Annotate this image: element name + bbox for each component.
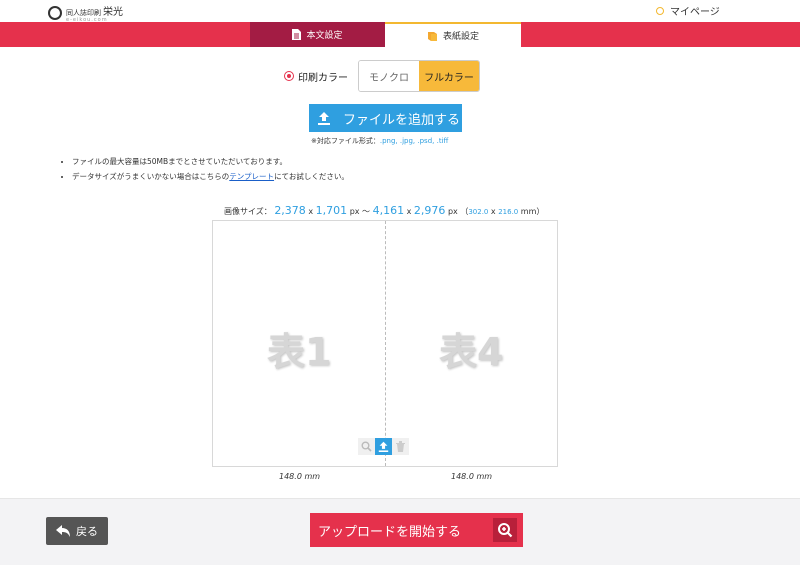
mm-height: 216.0 xyxy=(498,208,519,216)
file-formats: ※対応ファイル形式：.png, .jpg, .psd, .tiff xyxy=(311,136,448,146)
cover-canvas[interactable]: 表1 表4 xyxy=(212,220,558,467)
fullcolor-option[interactable]: フルカラー xyxy=(419,61,479,91)
note-text: データサイズがうまくいかない場合はこちらの xyxy=(72,172,230,181)
upload-button[interactable] xyxy=(375,438,392,455)
formats-list: .png, .jpg, .psd, .tiff xyxy=(379,137,449,145)
back-button[interactable]: 戻る xyxy=(46,517,108,545)
min-width: 2,378 xyxy=(274,204,306,217)
circle-icon xyxy=(656,6,664,15)
tab-label: 表紙設定 xyxy=(442,32,479,42)
front-cover-label: 表1 xyxy=(267,330,332,374)
unit-px: px xyxy=(349,207,360,216)
print-color-label: 印刷カラー xyxy=(284,69,348,84)
logo-mark-icon xyxy=(48,5,62,20)
unit-px: px xyxy=(447,207,458,216)
top-bar: 同人誌印刷 栄光 e-eikou.com マイページ xyxy=(0,0,800,23)
start-upload-label: アップロードを開始する xyxy=(318,524,462,540)
note-text: ファイルの最大容量は50MBまでとさせていただいております。 xyxy=(72,157,287,166)
upload-icon xyxy=(378,441,389,452)
tab-label: 本文設定 xyxy=(306,31,343,41)
print-color-row: 印刷カラー モノクロ フルカラー xyxy=(284,60,480,92)
list-item: データサイズがうまくいかない場合はこちらのテンプレートにてお試しください。 xyxy=(72,171,349,182)
min-height: 1,701 xyxy=(315,204,348,217)
size-prefix: 画像サイズ： xyxy=(224,207,272,216)
print-color-text: 印刷カラー xyxy=(298,72,348,84)
times-sign: x xyxy=(406,207,412,216)
max-height: 2,976 xyxy=(413,204,446,217)
add-file-button[interactable]: ファイルを追加する xyxy=(309,104,462,132)
spine-divider xyxy=(385,221,386,466)
formats-prefix: ※対応ファイル形式： xyxy=(311,137,380,145)
target-icon xyxy=(284,71,294,81)
add-file-label: ファイルを追加する xyxy=(343,112,461,128)
logo-subtitle: 同人誌印刷 xyxy=(66,9,101,17)
zoom-icon xyxy=(493,518,517,542)
range-tilde: 〜 xyxy=(362,207,371,216)
print-color-toggle: モノクロ フルカラー xyxy=(358,60,480,92)
unit-mm: mm xyxy=(520,207,537,216)
document-icon xyxy=(292,29,302,40)
footer-bar: 戻る アップロードを開始する xyxy=(0,498,800,565)
canvas-tools xyxy=(358,438,409,455)
max-width: 4,161 xyxy=(372,204,405,217)
back-cover-label: 表4 xyxy=(439,330,504,374)
front-width: 148.0 mm xyxy=(279,472,321,481)
back-width: 148.0 mm xyxy=(451,472,493,481)
image-size-info: 画像サイズ： 2,378 x 1,701 px 〜 4,161 x 2,976 … xyxy=(224,204,544,217)
tab-cover-settings[interactable]: 表紙設定 xyxy=(385,22,521,47)
site-logo[interactable]: 同人誌印刷 栄光 e-eikou.com xyxy=(48,2,123,23)
times-sign: x xyxy=(490,207,496,216)
template-link[interactable]: テンプレート xyxy=(229,172,274,181)
paren-close: ） xyxy=(536,207,545,216)
times-sign: x xyxy=(308,207,314,216)
tab-body-settings[interactable]: 本文設定 xyxy=(250,22,385,47)
mypage-link[interactable]: マイページ xyxy=(656,3,720,18)
book-icon xyxy=(427,31,437,41)
settings-tab-bar: 本文設定 表紙設定 xyxy=(0,22,800,47)
delete-button[interactable] xyxy=(392,438,409,455)
zoom-icon xyxy=(361,441,372,452)
start-upload-button[interactable]: アップロードを開始する xyxy=(310,513,523,547)
mypage-label: マイページ xyxy=(670,7,720,18)
notes-list: ファイルの最大容量は50MBまでとさせていただいております。 データサイズがうま… xyxy=(58,156,349,186)
note-text: にてお試しください。 xyxy=(274,172,349,181)
mm-width: 302.0 xyxy=(468,208,489,216)
upload-icon xyxy=(313,107,335,129)
list-item: ファイルの最大容量は50MBまでとさせていただいております。 xyxy=(72,156,349,167)
trash-icon xyxy=(396,441,405,452)
mono-option[interactable]: モノクロ xyxy=(359,61,419,91)
zoom-button[interactable] xyxy=(358,438,375,455)
back-arrow-icon xyxy=(56,525,70,537)
back-label: 戻る xyxy=(76,525,98,538)
